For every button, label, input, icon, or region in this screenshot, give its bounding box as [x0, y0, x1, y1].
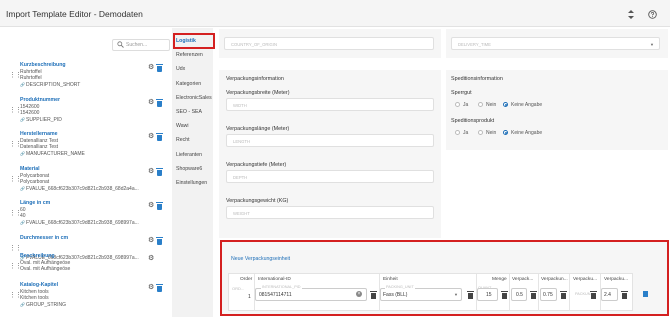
field-name: Herstellername — [20, 131, 58, 137]
packaging-field-placeholder: WIDTH — [233, 103, 247, 108]
field-value: 1542600 — [20, 110, 40, 116]
link-icon: 🔗 — [20, 186, 25, 191]
gear-icon[interactable]: ⚙ — [148, 167, 154, 175]
gear-icon[interactable]: ⚙ — [148, 63, 154, 71]
radio-label: Ja — [463, 130, 469, 136]
packaging-field-input[interactable]: LENGTH — [226, 134, 434, 147]
sort-icon[interactable] — [626, 9, 636, 19]
gear-icon[interactable]: ⚙ — [148, 236, 154, 244]
packaging-field-input[interactable]: DEPTH — [226, 170, 434, 183]
gear-icon[interactable]: ⚙ — [148, 283, 154, 291]
trash-icon[interactable] — [156, 202, 163, 210]
active-tab-highlight — [173, 33, 215, 49]
delivery-time-select[interactable]: DELIVERY_TIME ▼ — [451, 37, 660, 50]
packaging-units-highlight — [220, 240, 669, 316]
link-icon: 🔗 — [20, 151, 25, 156]
packaging-field-placeholder: LENGTH — [233, 139, 250, 144]
field-key: GROUP_STRING — [26, 302, 67, 308]
tab-seo-sea[interactable]: SEO - SEA — [176, 109, 202, 115]
radio-button[interactable] — [455, 102, 460, 107]
link-icon: 🔗 — [20, 302, 25, 307]
shipping-panel — [446, 70, 668, 150]
radio-label: Nein — [486, 102, 497, 108]
packaging-field-placeholder: DEPTH — [233, 175, 248, 180]
shipping-group-label: Speditionsprodukt — [451, 118, 495, 124]
packaging-field-placeholder: WEIGHT — [233, 211, 250, 216]
packaging-field-input[interactable]: WEIGHT — [226, 206, 434, 219]
radio-button[interactable] — [478, 102, 483, 107]
field-name: Länge in cm — [20, 200, 51, 206]
tab-kategorien[interactable]: Kategorien — [176, 81, 201, 87]
gear-icon[interactable]: ⚙ — [148, 254, 154, 262]
field-name: Material — [20, 166, 40, 172]
field-name: Kurzbeschreibung — [20, 62, 66, 68]
field-name: Durchmesser in cm — [20, 235, 69, 241]
chevron-down-icon: ▼ — [650, 42, 654, 47]
radio-label: Nein — [486, 130, 497, 136]
trash-icon[interactable] — [156, 133, 163, 141]
tab-recht[interactable]: Recht — [176, 137, 190, 143]
field-name: Produktnummer — [20, 97, 61, 103]
radio-button[interactable] — [455, 130, 460, 135]
field-value: 40 — [20, 213, 26, 219]
field-key: FVALUE_668cf623b307c9d821c2b938_698997a.… — [26, 220, 139, 226]
page-title: Import Template Editor - Demodaten — [6, 9, 143, 19]
trash-icon[interactable] — [156, 284, 163, 292]
tab-udx[interactable]: Udx — [176, 66, 185, 72]
trash-icon[interactable] — [156, 99, 163, 107]
field-key: DESCRIPTION_SHORT — [26, 82, 81, 88]
radio-label: Ja — [463, 102, 469, 108]
radio-button[interactable] — [503, 102, 508, 107]
field-value: Polycarbonat — [20, 179, 50, 185]
packaging-field-label: Verpackungstiefe (Meter) — [226, 162, 287, 168]
radio-label: Keine Angabe — [511, 130, 543, 136]
field-value: Datenallianz Test — [20, 144, 58, 150]
drag-handle-icon[interactable]: ⋮⋮ — [9, 244, 22, 252]
field-name: Beschreibung — [20, 253, 55, 259]
trash-icon[interactable] — [156, 168, 163, 176]
packaging-field-label: Verpackungslänge (Meter) — [226, 126, 290, 132]
help-icon[interactable] — [647, 9, 657, 19]
field-key: SUPPLIER_PID — [26, 117, 62, 123]
field-key: FVALUE_668cf623b307c9d821c2b938_68d2a4a.… — [26, 186, 139, 192]
gear-icon[interactable]: ⚙ — [148, 98, 154, 106]
radio-label: Keine Angabe — [511, 102, 543, 108]
packaging-title: Verpackungsinformation — [226, 76, 284, 82]
tab-wawi[interactable]: Wawi — [176, 123, 189, 129]
search-placeholder: Suchen... — [126, 42, 148, 48]
shipping-title: Speditionsinformation — [451, 76, 503, 82]
tab-lieferanten[interactable]: Lieferanten — [176, 152, 202, 158]
link-icon: 🔗 — [20, 220, 25, 225]
field-value: Ruhrtoffel — [20, 75, 42, 81]
radio-button[interactable] — [503, 130, 508, 135]
field-name: Katalog-Kapitel — [20, 282, 59, 288]
trash-icon[interactable] — [156, 237, 163, 245]
gear-icon[interactable]: ⚙ — [148, 132, 154, 140]
tab-einstellungen[interactable]: Einstellungen — [176, 180, 207, 186]
packaging-field-label: Verpackungsgewicht (KG) — [226, 198, 289, 204]
gear-icon[interactable]: ⚙ — [148, 201, 154, 209]
field-value: Oval. mit Aufhängeöse — [20, 266, 71, 272]
radio-button[interactable] — [478, 130, 483, 135]
link-icon: 🔗 — [20, 82, 25, 87]
shipping-group-label: Sperrgut — [451, 90, 472, 96]
packaging-field-label: Verpackungsbreite (Meter) — [226, 90, 290, 96]
tab-electronicsales[interactable]: ElectronicSales — [176, 95, 212, 101]
tab-shopware6[interactable]: Shopware6 — [176, 166, 202, 172]
packaging-field-input[interactable]: WIDTH — [226, 98, 434, 111]
tab-referenzen[interactable]: Referenzen — [176, 52, 203, 58]
trash-icon[interactable] — [156, 64, 163, 72]
search-icon — [117, 41, 124, 48]
country-of-origin-field[interactable]: COUNTRY_OF_ORIGIN — [224, 37, 434, 50]
link-icon: 🔗 — [20, 117, 25, 122]
field-key: MANUFACTURER_NAME — [26, 151, 85, 157]
field-value: Kitchen tools — [20, 295, 49, 301]
